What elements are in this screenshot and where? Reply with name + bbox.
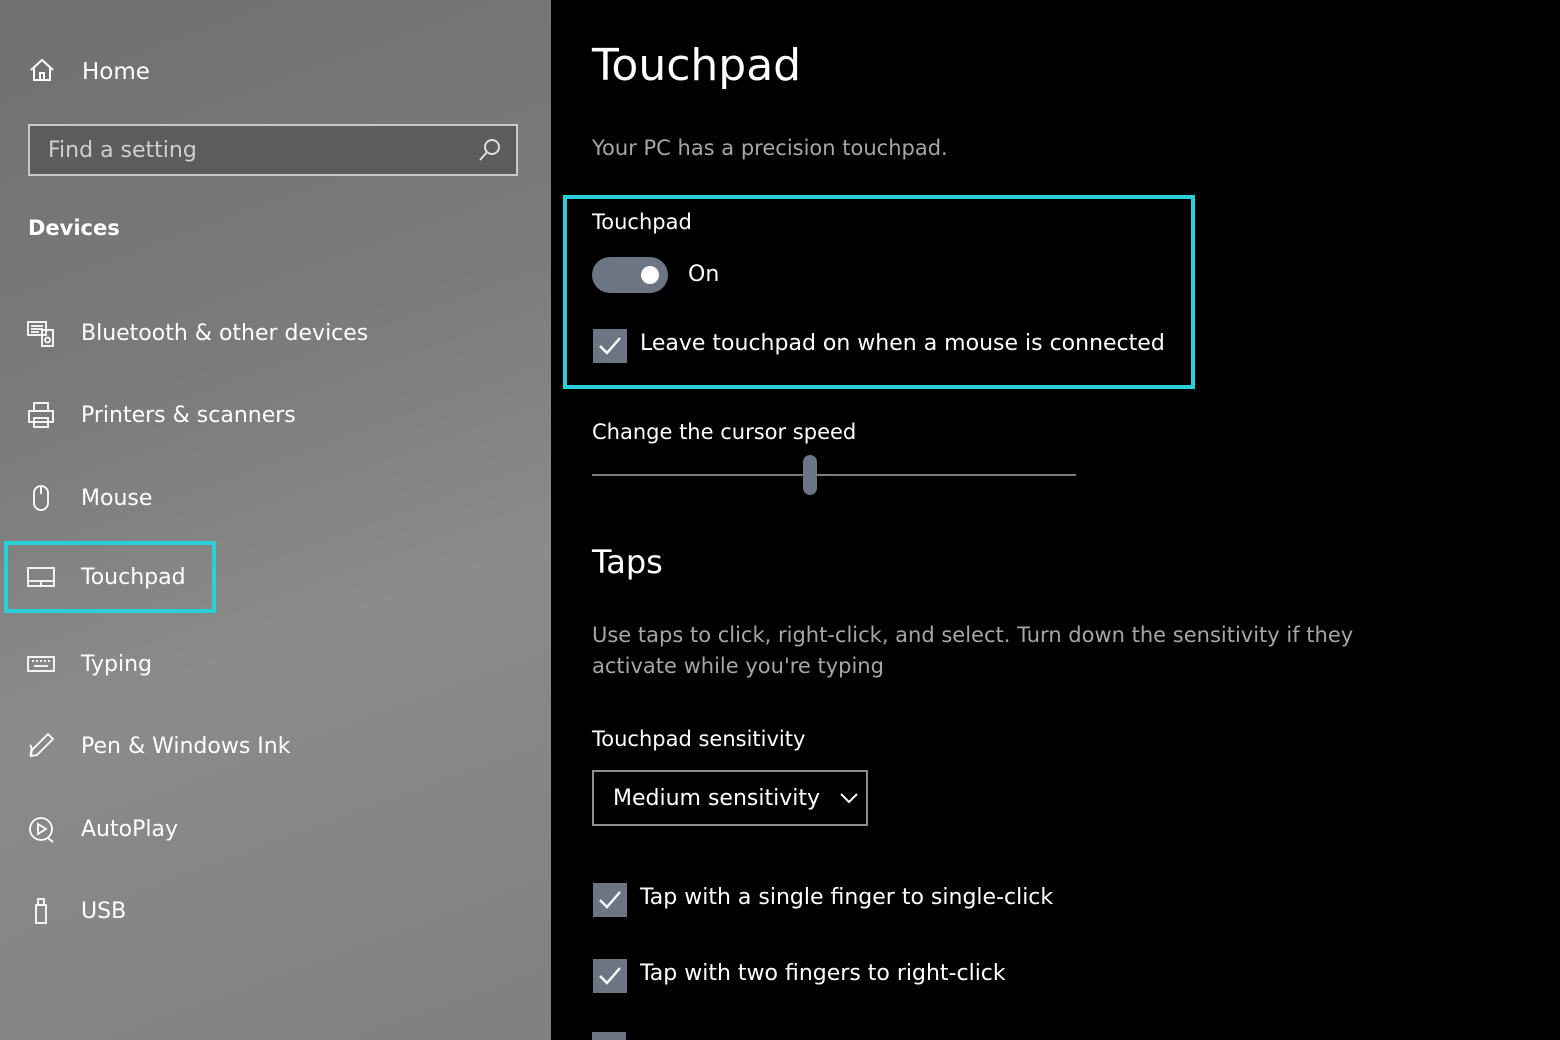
search-input[interactable] xyxy=(30,136,476,164)
main-content: Touchpad Your PC has a precision touchpa… xyxy=(551,0,1560,1040)
partial-checkbox[interactable] xyxy=(592,1032,626,1040)
leave-touchpad-on-checkbox[interactable] xyxy=(593,329,627,363)
bluetooth-devices-icon xyxy=(26,318,56,348)
sidebar-item-mouse[interactable]: Mouse xyxy=(8,462,212,534)
single-tap-checkbox[interactable] xyxy=(593,883,627,917)
sensitivity-label: Touchpad sensitivity xyxy=(592,727,806,751)
leave-touchpad-on-label: Leave touchpad on when a mouse is connec… xyxy=(640,331,1165,356)
sidebar-item-usb[interactable]: USB xyxy=(8,875,212,947)
taps-description: Use taps to click, right-click, and sele… xyxy=(592,623,1354,678)
autoplay-icon xyxy=(26,814,56,844)
page-title: Touchpad xyxy=(592,40,802,91)
touchpad-icon xyxy=(26,562,56,592)
home-label: Home xyxy=(82,59,150,85)
cursor-speed-label: Change the cursor speed xyxy=(592,420,857,444)
sidebar: Home Devices Bluetooth & other devices xyxy=(0,0,551,1040)
sidebar-item-label: Pen & Windows Ink xyxy=(81,733,291,759)
search-box[interactable] xyxy=(28,124,518,176)
sidebar-item-label: Touchpad xyxy=(81,564,186,590)
mouse-icon xyxy=(26,483,56,513)
sidebar-item-label: Printers & scanners xyxy=(81,402,296,428)
sidebar-item-printers[interactable]: Printers & scanners xyxy=(8,379,296,451)
sidebar-item-label: Mouse xyxy=(81,485,153,511)
sensitivity-value: Medium sensitivity xyxy=(613,785,820,811)
chevron-down-icon xyxy=(840,793,858,804)
sidebar-item-pen[interactable]: Pen & Windows Ink xyxy=(8,710,290,782)
cursor-speed-slider[interactable] xyxy=(592,450,1076,500)
checkmark-icon xyxy=(599,891,621,909)
settings-window: Home Devices Bluetooth & other devices xyxy=(0,0,1560,1040)
single-tap-label: Tap with a single finger to single-click xyxy=(640,885,1054,910)
keyboard-icon xyxy=(26,649,56,679)
two-finger-tap-checkbox[interactable] xyxy=(593,959,627,993)
sidebar-item-bluetooth[interactable]: Bluetooth & other devices xyxy=(8,297,368,369)
sidebar-item-touchpad[interactable]: Touchpad xyxy=(4,541,216,613)
page-subtitle: Your PC has a precision touchpad. xyxy=(592,136,948,160)
pen-icon xyxy=(26,731,56,761)
checkmark-icon xyxy=(599,967,621,985)
sidebar-item-typing[interactable]: Typing xyxy=(8,628,212,700)
printer-icon xyxy=(26,400,56,430)
sidebar-item-autoplay[interactable]: AutoPlay xyxy=(8,793,212,865)
home-icon xyxy=(28,56,56,88)
sidebar-item-label: USB xyxy=(81,898,127,924)
two-finger-tap-label: Tap with two fingers to right-click xyxy=(640,961,1006,986)
touchpad-section-label: Touchpad xyxy=(592,210,692,234)
slider-thumb[interactable] xyxy=(802,455,817,495)
usb-icon xyxy=(26,896,56,926)
search-icon[interactable] xyxy=(476,136,504,164)
sidebar-item-label: Typing xyxy=(81,651,153,677)
slider-track xyxy=(592,474,1076,476)
toggle-state-label: On xyxy=(688,262,720,287)
touchpad-toggle[interactable] xyxy=(592,257,668,293)
toggle-knob xyxy=(641,266,659,284)
sensitivity-dropdown[interactable]: Medium sensitivity xyxy=(592,770,868,826)
sidebar-item-label: Bluetooth & other devices xyxy=(81,320,369,346)
home-nav-item[interactable]: Home xyxy=(28,52,150,92)
sidebar-item-label: AutoPlay xyxy=(81,816,178,842)
checkmark-icon xyxy=(599,337,621,355)
taps-heading: Taps xyxy=(592,543,663,581)
section-title: Devices xyxy=(28,216,120,240)
